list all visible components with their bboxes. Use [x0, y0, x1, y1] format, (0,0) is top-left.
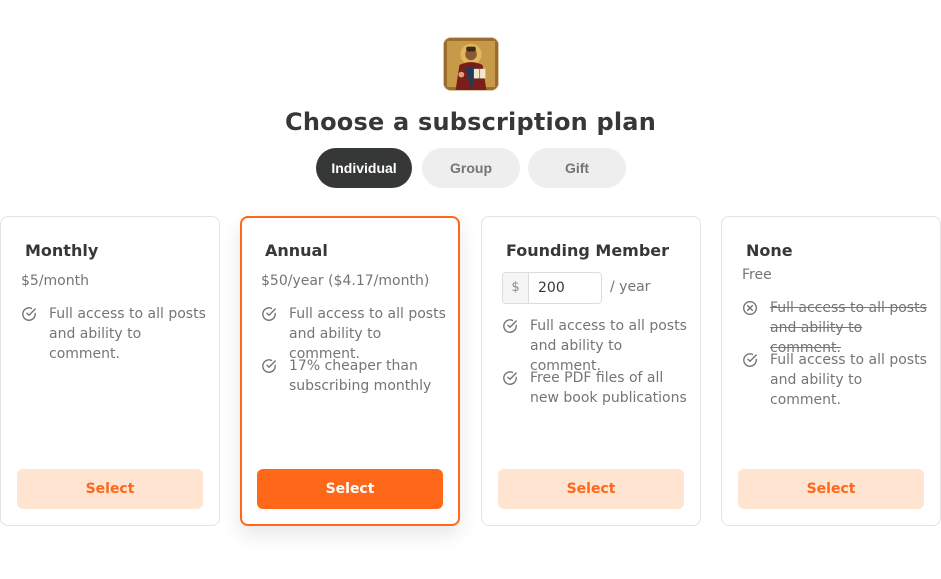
- tab-gift[interactable]: Gift: [528, 148, 626, 188]
- plan-name: Founding Member: [506, 241, 670, 260]
- tab-group[interactable]: Group: [422, 148, 520, 188]
- publication-logo[interactable]: [443, 37, 499, 91]
- check-circle-icon: [743, 353, 757, 367]
- plan-price: $50/year ($4.17/month): [261, 273, 430, 289]
- feature-text: 17% cheaper than subscribing monthly: [289, 358, 432, 394]
- select-button-founding-member[interactable]: Select: [498, 469, 684, 509]
- founding-amount-input[interactable]: [529, 273, 601, 303]
- feature-text: Full access to all posts and ability to …: [770, 352, 927, 408]
- plan-feature: Free PDF files of all new book publicati…: [502, 368, 692, 408]
- painting-logo-icon: [444, 38, 498, 90]
- plan-card-founding-member[interactable]: Founding Member $ / year Full access to …: [481, 216, 701, 526]
- feature-text: Full access to all posts and ability to …: [289, 306, 446, 362]
- plan-name: None: [746, 241, 793, 260]
- check-circle-icon: [262, 307, 276, 321]
- plan-feature: Full access to all posts and ability to …: [502, 316, 692, 376]
- plan-name: Annual: [265, 241, 328, 260]
- select-button-none[interactable]: Select: [738, 469, 924, 509]
- feature-text: Full access to all posts and ability to …: [530, 318, 687, 374]
- amount-field: $: [502, 272, 602, 304]
- plan-card-none[interactable]: None Free Full access to all posts and a…: [721, 216, 941, 526]
- page-title: Choose a subscription plan: [285, 108, 656, 136]
- check-circle-icon: [22, 307, 36, 321]
- amount-period: / year: [610, 279, 651, 295]
- plan-feature: Full access to all posts and ability to …: [21, 304, 211, 364]
- plan-feature: Full access to all posts and ability to …: [742, 350, 932, 410]
- tab-individual[interactable]: Individual: [316, 148, 412, 188]
- check-circle-icon: [503, 371, 517, 385]
- select-button-monthly[interactable]: Select: [17, 469, 203, 509]
- plan-feature: 17% cheaper than subscribing monthly: [261, 356, 451, 396]
- feature-text: Free PDF files of all new book publicati…: [530, 370, 687, 406]
- currency-prefix: $: [503, 273, 529, 303]
- plan-name: Monthly: [25, 241, 99, 260]
- feature-text: Full access to all posts and ability to …: [770, 300, 927, 356]
- x-circle-icon: [742, 300, 758, 316]
- plan-feature-excluded: Full access to all posts and ability to …: [742, 298, 932, 358]
- feature-text: Full access to all posts and ability to …: [49, 306, 206, 362]
- check-circle-icon: [262, 359, 276, 373]
- plan-price: Free: [742, 267, 772, 283]
- plan-card-monthly[interactable]: Monthly $5/month Full access to all post…: [0, 216, 220, 526]
- plan-card-annual[interactable]: Annual $50/year ($4.17/month) Full acces…: [240, 216, 460, 526]
- check-circle-icon: [503, 319, 517, 333]
- plan-price: $5/month: [21, 273, 89, 289]
- select-button-annual[interactable]: Select: [257, 469, 443, 509]
- plan-feature: Full access to all posts and ability to …: [261, 304, 451, 364]
